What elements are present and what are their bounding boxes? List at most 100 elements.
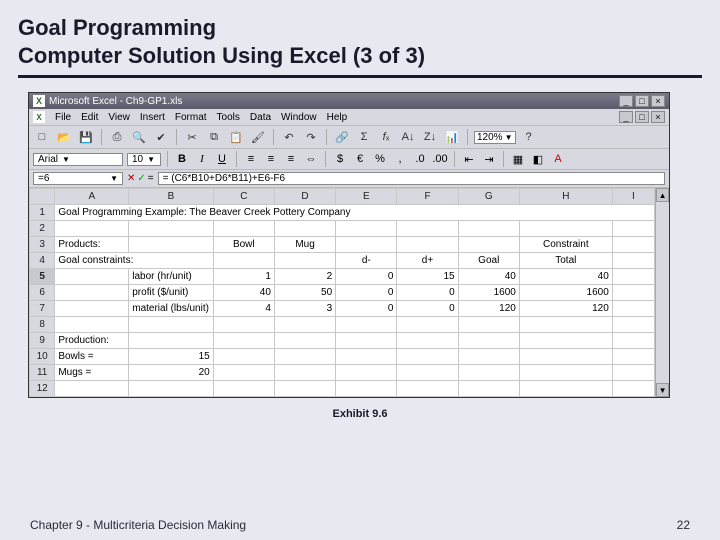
minimize-button[interactable]: _: [619, 95, 633, 107]
cell-E6[interactable]: 0: [336, 285, 397, 301]
cell-G7[interactable]: 120: [458, 301, 519, 317]
row-header-7[interactable]: 7: [30, 301, 55, 317]
col-header-E[interactable]: E: [336, 189, 397, 205]
format-painter-icon[interactable]: 🖌: [249, 128, 267, 146]
scroll-down-icon[interactable]: ▼: [656, 383, 669, 397]
cell-F4[interactable]: d+: [397, 253, 458, 269]
menu-tools[interactable]: Tools: [217, 112, 240, 123]
row-header-4[interactable]: 4: [30, 253, 55, 269]
align-left-icon[interactable]: ≡: [243, 151, 259, 167]
cell-H6[interactable]: 1600: [519, 285, 612, 301]
row-header-10[interactable]: 10: [30, 349, 55, 365]
col-header-A[interactable]: A: [55, 189, 129, 205]
vertical-scrollbar[interactable]: ▲ ▼: [655, 188, 669, 397]
font-size-select[interactable]: 10 ▼: [127, 153, 161, 166]
cell-H3[interactable]: Constraint: [519, 237, 612, 253]
cell-D7[interactable]: 3: [274, 301, 335, 317]
row-header-3[interactable]: 3: [30, 237, 55, 253]
font-color-icon[interactable]: A: [550, 151, 566, 167]
function-icon[interactable]: fₓ: [377, 128, 395, 146]
close-button[interactable]: ×: [651, 95, 665, 107]
cell-A1[interactable]: Goal Programming Example: The Beaver Cre…: [55, 205, 655, 221]
col-header-C[interactable]: C: [213, 189, 274, 205]
menu-data[interactable]: Data: [250, 112, 271, 123]
borders-icon[interactable]: ▦: [510, 151, 526, 167]
increase-decimal-icon[interactable]: .0: [412, 151, 428, 167]
cancel-formula-icon[interactable]: ✕: [127, 173, 135, 184]
row-header-8[interactable]: 8: [30, 317, 55, 333]
row-header-2[interactable]: 2: [30, 221, 55, 237]
menu-edit[interactable]: Edit: [81, 112, 98, 123]
name-box[interactable]: =6 ▼: [33, 172, 123, 185]
row-header-11[interactable]: 11: [30, 365, 55, 381]
cell-F5[interactable]: 15: [397, 269, 458, 285]
undo-icon[interactable]: ↶: [280, 128, 298, 146]
hyperlink-icon[interactable]: 🔗: [333, 128, 351, 146]
font-select[interactable]: Arial ▼: [33, 153, 123, 166]
cell-B11[interactable]: 20: [129, 365, 213, 381]
percent-icon[interactable]: %: [372, 151, 388, 167]
cell-F6[interactable]: 0: [397, 285, 458, 301]
redo-icon[interactable]: ↷: [302, 128, 320, 146]
cell-A9[interactable]: Production:: [55, 333, 129, 349]
comma-icon[interactable]: ,: [392, 151, 408, 167]
col-header-H[interactable]: H: [519, 189, 612, 205]
paste-icon[interactable]: 📋: [227, 128, 245, 146]
equals-icon[interactable]: =: [148, 173, 154, 184]
doc-minimize-button[interactable]: _: [619, 111, 633, 123]
col-header-F[interactable]: F: [397, 189, 458, 205]
spelling-icon[interactable]: ✔: [152, 128, 170, 146]
cell-E4[interactable]: d-: [336, 253, 397, 269]
cut-icon[interactable]: ✂: [183, 128, 201, 146]
copy-icon[interactable]: ⧉: [205, 128, 223, 146]
decrease-decimal-icon[interactable]: .00: [432, 151, 448, 167]
merge-center-icon[interactable]: ⇔: [303, 151, 319, 167]
enter-formula-icon[interactable]: ✓: [137, 173, 145, 184]
scroll-up-icon[interactable]: ▲: [656, 188, 669, 202]
cell-D6[interactable]: 50: [274, 285, 335, 301]
menu-format[interactable]: Format: [175, 112, 207, 123]
cell-H5[interactable]: 40: [519, 269, 612, 285]
spreadsheet-grid[interactable]: A B C D E F G H I 1 Goal Programming Exa…: [29, 188, 655, 397]
cell-F7[interactable]: 0: [397, 301, 458, 317]
bold-button[interactable]: B: [174, 151, 190, 167]
col-header-D[interactable]: D: [274, 189, 335, 205]
sort-asc-icon[interactable]: A↓: [399, 128, 417, 146]
row-header-1[interactable]: 1: [30, 205, 55, 221]
underline-button[interactable]: U: [214, 151, 230, 167]
print-icon[interactable]: ⎙: [108, 128, 126, 146]
menu-window[interactable]: Window: [281, 112, 317, 123]
maximize-button[interactable]: □: [635, 95, 649, 107]
cell-D5[interactable]: 2: [274, 269, 335, 285]
cell-C6[interactable]: 40: [213, 285, 274, 301]
cell-G4[interactable]: Goal: [458, 253, 519, 269]
cell-E7[interactable]: 0: [336, 301, 397, 317]
formula-input[interactable]: = (C6*B10+D6*B11)+E6-F6: [158, 172, 665, 185]
menu-help[interactable]: Help: [327, 112, 348, 123]
cell-D3[interactable]: Mug: [274, 237, 335, 253]
cell-A4[interactable]: Goal constraints:: [55, 253, 213, 269]
help-icon[interactable]: ?: [520, 128, 538, 146]
autosum-icon[interactable]: Σ: [355, 128, 373, 146]
col-header-G[interactable]: G: [458, 189, 519, 205]
cell-H4[interactable]: Total: [519, 253, 612, 269]
menu-insert[interactable]: Insert: [140, 112, 165, 123]
cell-B10[interactable]: 15: [129, 349, 213, 365]
row-header-6[interactable]: 6: [30, 285, 55, 301]
doc-close-button[interactable]: ×: [651, 111, 665, 123]
align-right-icon[interactable]: ≡: [283, 151, 299, 167]
doc-restore-button[interactable]: □: [635, 111, 649, 123]
cell-A3[interactable]: Products:: [55, 237, 129, 253]
increase-indent-icon[interactable]: ⇥: [481, 151, 497, 167]
open-icon[interactable]: 📂: [55, 128, 73, 146]
sort-desc-icon[interactable]: Z↓: [421, 128, 439, 146]
cell-G6[interactable]: 1600: [458, 285, 519, 301]
align-center-icon[interactable]: ≡: [263, 151, 279, 167]
euro-icon[interactable]: €: [352, 151, 368, 167]
print-preview-icon[interactable]: 🔍: [130, 128, 148, 146]
cell-A11[interactable]: Mugs =: [55, 365, 129, 381]
cell-B7[interactable]: material (lbs/unit): [129, 301, 213, 317]
fill-color-icon[interactable]: ◧: [530, 151, 546, 167]
decrease-indent-icon[interactable]: ⇤: [461, 151, 477, 167]
row-header-12[interactable]: 12: [30, 381, 55, 397]
